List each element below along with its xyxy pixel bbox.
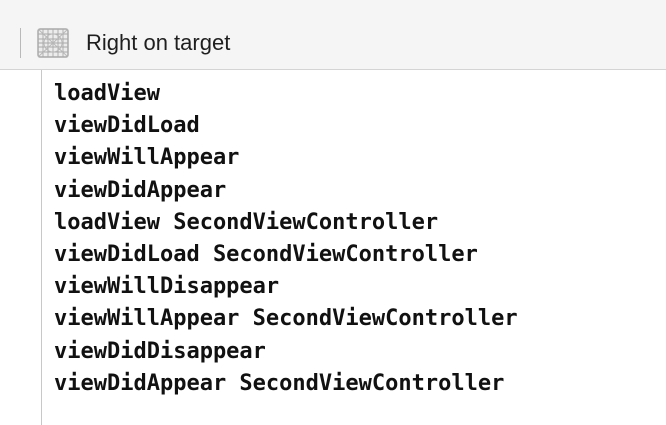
activity-toolbar: Right on target <box>0 0 666 70</box>
console-gutter-divider <box>41 70 42 425</box>
console-log-line: viewWillAppear <box>54 145 240 171</box>
debug-console-output[interactable]: loadView viewDidLoad viewWillAppear view… <box>0 70 666 425</box>
console-log-line: loadView <box>54 81 160 106</box>
console-log-line: loadView SecondViewController <box>54 209 439 235</box>
console-log-line: viewWillDisappear <box>54 274 280 300</box>
console-log-line: viewDidLoad SecondViewController <box>54 241 478 267</box>
console-log-line: viewDidAppear SecondViewController <box>54 370 505 396</box>
console-log-line: viewDidDisappear <box>54 338 266 364</box>
console-log-line: viewDidLoad <box>54 113 200 139</box>
console-log-list: loadView viewDidLoad viewWillAppear view… <box>54 78 518 400</box>
grid-scheme-icon <box>37 28 69 58</box>
target-name-label[interactable]: Right on target <box>86 30 230 56</box>
toolbar-divider <box>20 28 21 58</box>
console-log-line: viewDidAppear <box>54 177 227 203</box>
console-log-line: viewWillAppear SecondViewController <box>54 306 518 332</box>
